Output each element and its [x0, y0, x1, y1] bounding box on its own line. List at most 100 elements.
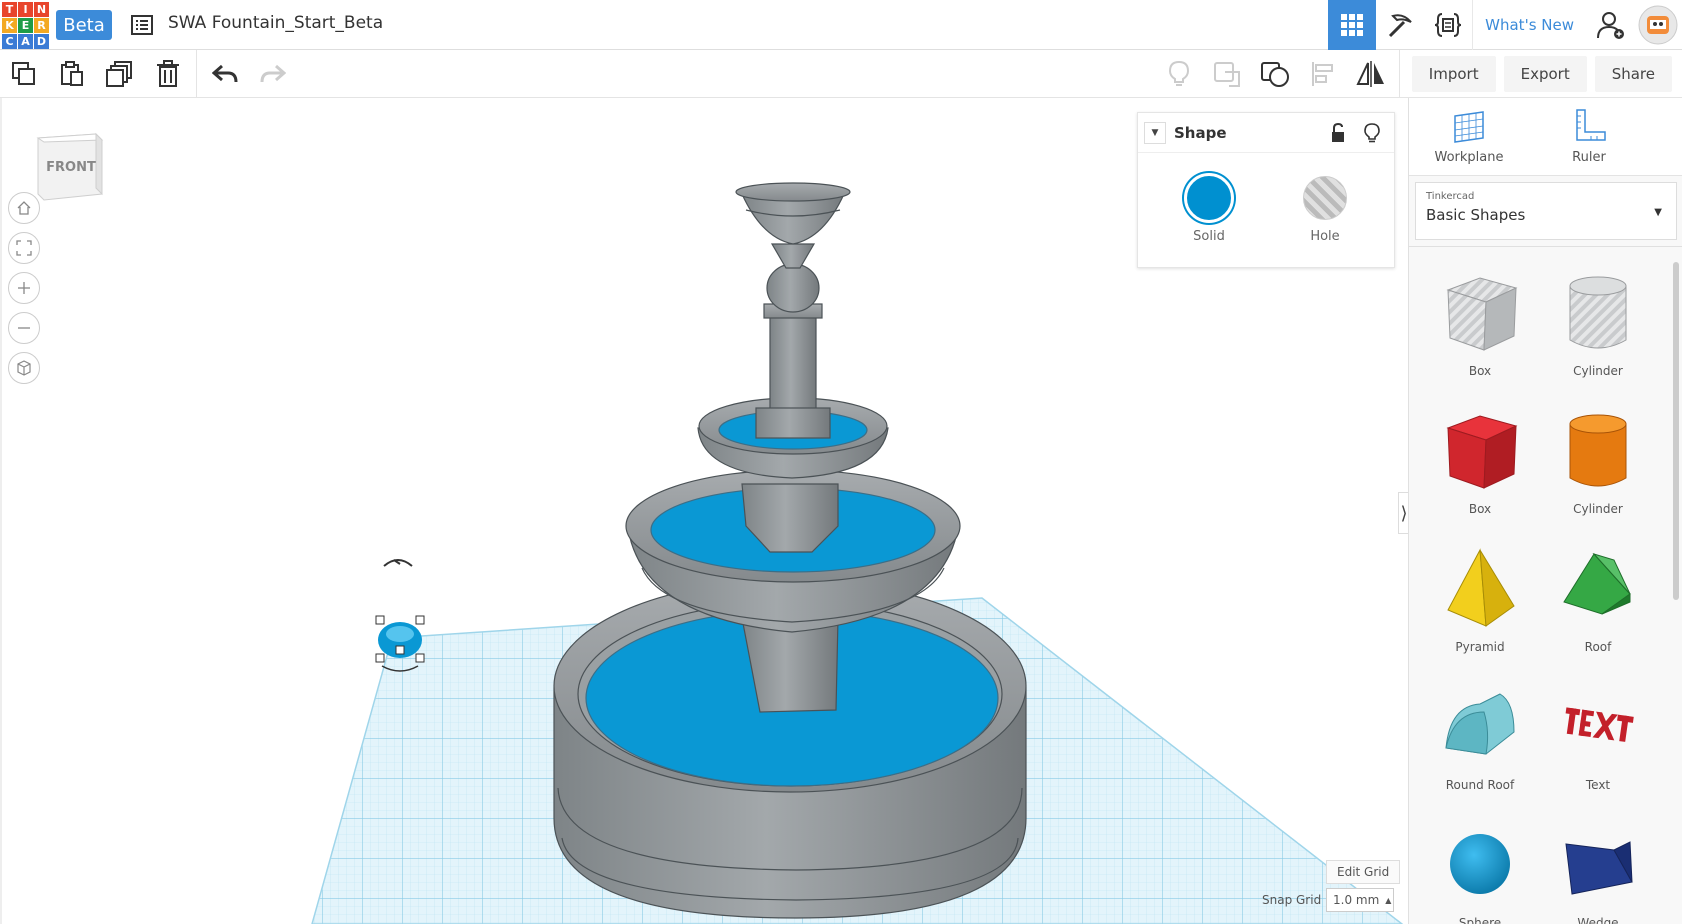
shapes-scrollbar[interactable]	[1672, 250, 1680, 924]
shape-cylinder-hole[interactable]: Cylinder	[1543, 268, 1653, 378]
workplane-icon	[1454, 111, 1484, 143]
shape-wedge[interactable]: Wedge	[1543, 820, 1653, 924]
duplicate-button[interactable]	[96, 50, 144, 98]
export-button[interactable]: Export	[1503, 56, 1587, 92]
selected-small-object[interactable]	[375, 559, 425, 672]
ungroup-button[interactable]	[1251, 50, 1299, 98]
mirror-icon	[1356, 61, 1384, 87]
paste-icon	[61, 61, 83, 86]
logo-letter: R	[34, 18, 49, 33]
shape-label: Sphere	[1458, 916, 1502, 924]
code-braces-icon	[1435, 13, 1462, 37]
copy-icon	[12, 62, 35, 85]
roof-icon	[1563, 553, 1631, 615]
edit-grid-button[interactable]: Edit Grid	[1326, 860, 1401, 884]
group-button[interactable]	[1203, 50, 1251, 98]
logo-letter: N	[34, 2, 49, 17]
shape-label: Cylinder	[1573, 364, 1623, 378]
solid-option[interactable]: Solid	[1174, 173, 1244, 244]
logo-letter: I	[18, 2, 33, 17]
shape-library-select[interactable]: Tinkercad Basic Shapes ▼	[1415, 182, 1677, 240]
shape-pyramid[interactable]: Pyramid	[1425, 544, 1535, 654]
mirror-button[interactable]	[1347, 50, 1395, 98]
logo-letter: A	[18, 34, 33, 49]
add-user-button[interactable]	[1586, 0, 1634, 50]
scrollbar-thumb[interactable]	[1673, 262, 1679, 600]
shape-label: Cylinder	[1573, 502, 1623, 516]
snap-grid-label: Snap Grid	[1262, 893, 1322, 907]
round-roof-icon	[1445, 693, 1515, 755]
logo-letter: D	[34, 34, 49, 49]
snap-grid-value: 1.0 mm	[1333, 893, 1380, 907]
undo-button[interactable]	[201, 50, 249, 98]
trash-icon	[157, 60, 179, 87]
shape-label: Box	[1468, 502, 1492, 516]
redo-icon	[260, 64, 286, 83]
design-list-icon[interactable]	[130, 13, 154, 37]
copy-button[interactable]	[0, 50, 48, 98]
view-cube[interactable]: FRONT	[36, 130, 104, 202]
toolbar-separator	[196, 50, 197, 98]
cylinder-icon	[1569, 414, 1627, 487]
hole-option[interactable]: Hole	[1290, 173, 1360, 244]
workplane-tool[interactable]: Workplane	[1409, 98, 1529, 175]
hole-swatch[interactable]	[1303, 176, 1347, 220]
text-shape-icon	[1565, 707, 1634, 742]
shape-label: Wedge	[1577, 916, 1619, 924]
align-button[interactable]	[1299, 50, 1347, 98]
shape-label: Round Roof	[1445, 778, 1515, 792]
delete-button[interactable]	[144, 50, 192, 98]
home-view-button[interactable]	[8, 192, 40, 224]
tinkercad-logo[interactable]: T I N K E R C A D	[2, 2, 49, 49]
shape-box[interactable]: Box	[1425, 406, 1535, 516]
unlock-icon	[1332, 122, 1344, 142]
fit-icon	[16, 240, 32, 256]
shape-round-roof[interactable]: Round Roof	[1425, 682, 1535, 792]
whats-new-link[interactable]: What's New	[1472, 0, 1586, 50]
ruler-label: Ruler	[1572, 150, 1606, 165]
shape-sphere[interactable]: Sphere	[1425, 820, 1535, 924]
redo-button[interactable]	[249, 50, 297, 98]
paste-button[interactable]	[48, 50, 96, 98]
top-header: T I N K E R C A D Beta SWA Fountain_Star…	[0, 0, 1682, 50]
import-button[interactable]: Import	[1411, 56, 1496, 92]
perspective-button[interactable]	[8, 352, 40, 384]
shape-cylinder[interactable]: Cylinder	[1543, 406, 1653, 516]
panel-collapse-button[interactable]: ▼	[1144, 121, 1166, 144]
3d-design-view-button[interactable]	[1328, 0, 1377, 50]
codeblocks-view-button[interactable]	[1424, 0, 1472, 50]
shape-text[interactable]: Text	[1543, 682, 1653, 792]
library-provider: Tinkercad	[1426, 191, 1475, 202]
grid-icon	[1341, 14, 1364, 36]
fountain-model[interactable]	[553, 182, 1027, 919]
undo-icon	[212, 64, 238, 83]
pickaxe-icon	[1389, 14, 1412, 38]
zoom-out-button[interactable]	[8, 312, 40, 344]
shape-box-hole[interactable]: Box	[1425, 268, 1535, 378]
shape-inspector-panel: ▼ Shape Solid Hole	[1137, 112, 1395, 268]
zoom-in-button[interactable]	[8, 272, 40, 304]
shape-roof[interactable]: Roof	[1543, 544, 1653, 654]
solid-swatch[interactable]	[1184, 173, 1234, 223]
cylinder-hole-icon	[1569, 276, 1627, 349]
share-button[interactable]: Share	[1594, 56, 1672, 92]
lock-button[interactable]	[1330, 122, 1346, 147]
document-title[interactable]: SWA Fountain_Start_Beta	[168, 13, 383, 33]
hide-button[interactable]	[1364, 123, 1380, 147]
shapes-sidebar: Workplane Ruler Tinkercad Basic Shapes ▼…	[1408, 98, 1682, 924]
blocks-view-button[interactable]	[1376, 0, 1424, 50]
ruler-tool[interactable]: Ruler	[1529, 98, 1649, 175]
chevron-down-icon: ▼	[1654, 207, 1662, 218]
beta-badge[interactable]: Beta	[56, 10, 112, 40]
shape-label: Box	[1468, 364, 1492, 378]
show-all-button[interactable]	[1155, 50, 1203, 98]
user-avatar-button[interactable]	[1634, 0, 1682, 50]
home-icon	[17, 201, 31, 215]
ungroup-icon	[1260, 62, 1289, 87]
workplane-label: Workplane	[1434, 150, 1504, 165]
align-icon	[1311, 62, 1333, 86]
snap-grid-select[interactable]: 1.0 mm ▲	[1326, 888, 1394, 912]
shape-label: Pyramid	[1455, 640, 1505, 654]
fit-view-button[interactable]	[8, 232, 40, 264]
avatar-icon	[1638, 5, 1678, 45]
